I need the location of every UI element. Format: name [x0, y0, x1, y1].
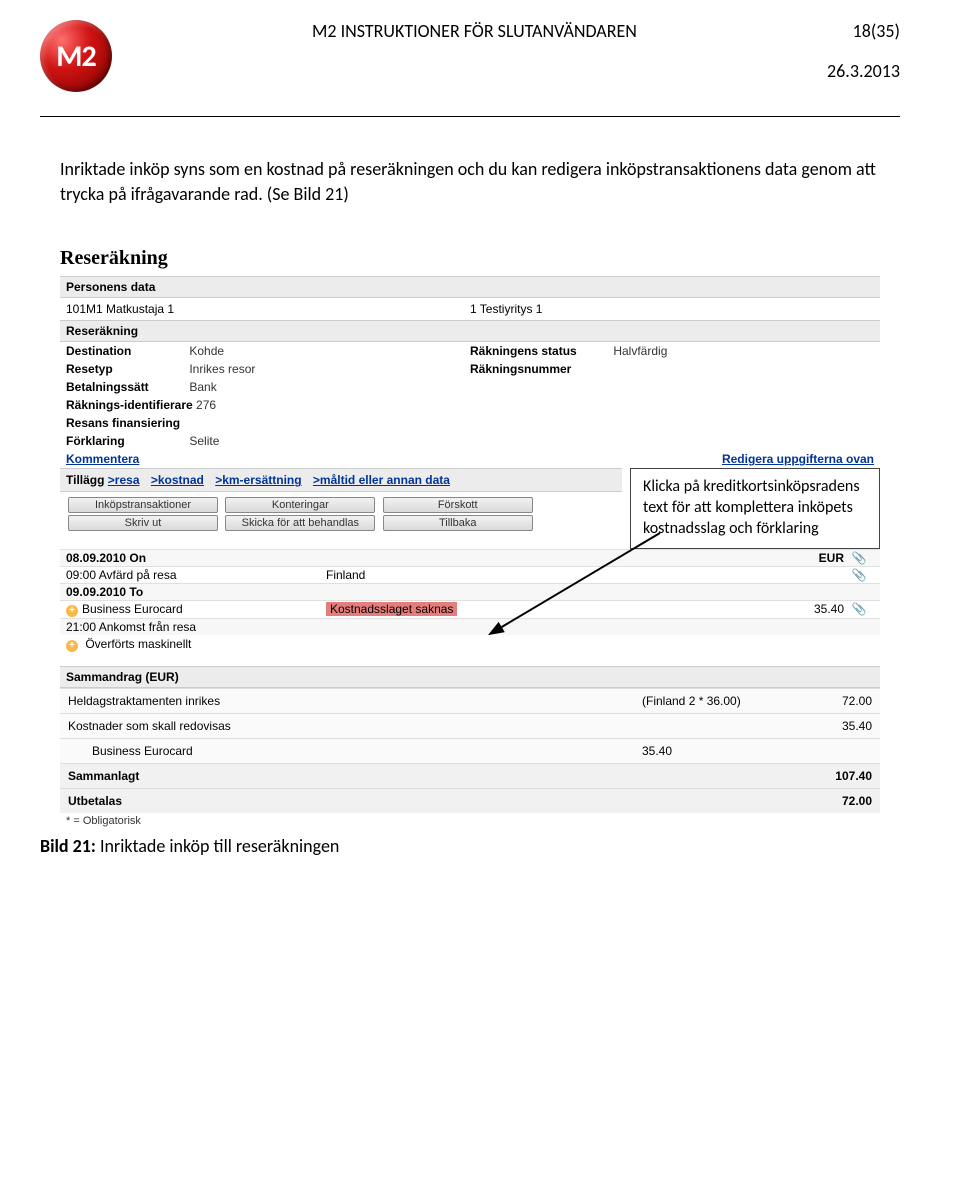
event-text: Business Eurocard	[82, 602, 183, 616]
summary-row: Business Eurocard35.40	[60, 738, 880, 763]
event-text: 08.09.2010 On	[66, 551, 146, 565]
lbl-pay: Betalningssätt	[66, 380, 186, 394]
event-amount: 35.40	[784, 602, 844, 616]
callout-box: Klicka på kreditkortsinköpsradens text f…	[630, 468, 880, 548]
intro-paragraph: Inriktade inköp syns som en kostnad på r…	[60, 157, 880, 207]
add-km[interactable]: >km-ersättning	[215, 473, 301, 487]
doc-date: 26.3.2013	[827, 60, 900, 82]
machine-note: Överförts maskinellt	[85, 637, 191, 651]
val-status: Halvfärdig	[613, 344, 667, 358]
summary-cell: Kostnader som skall redovisas	[68, 719, 642, 733]
btn-inkopstrans[interactable]: Inköpstransaktioner	[68, 497, 218, 513]
summary-cell: 35.40	[792, 719, 872, 733]
header-divider	[40, 116, 900, 117]
event-desc: Finland	[326, 568, 365, 582]
btn-skriv-ut[interactable]: Skriv ut	[68, 515, 218, 531]
edit-link[interactable]: Redigera uppgifterna ovan	[722, 452, 874, 466]
btn-skicka[interactable]: Skicka för att behandlas	[225, 515, 375, 531]
event-row: 09.09.2010 To	[60, 583, 880, 600]
lbl-id: Räknings-identifierare	[66, 398, 193, 412]
plus-icon: +	[66, 640, 78, 652]
summary-cell: 72.00	[792, 794, 872, 808]
app-screenshot: Reseräkning Personens data 101M1 Matkust…	[60, 247, 880, 828]
plus-icon: +	[66, 605, 78, 617]
lbl-status: Räkningens status	[470, 344, 610, 358]
val-destination: Kohde	[189, 344, 224, 358]
btn-forskott[interactable]: Förskott	[383, 497, 533, 513]
summary-header: Sammandrag (EUR)	[60, 666, 880, 688]
summary-cell: 35.40	[642, 744, 792, 758]
summary-table: Heldagstraktamenten inrikes(Finland 2 * …	[60, 688, 880, 813]
section-header-person: Personens data	[60, 276, 880, 298]
add-maltid[interactable]: >måltid eller annan data	[313, 473, 450, 487]
event-text: 09.09.2010 To	[66, 585, 143, 599]
summary-cell: Utbetalas	[68, 794, 642, 808]
summary-cell: 107.40	[792, 769, 872, 783]
summary-row: Heldagstraktamenten inrikes(Finland 2 * …	[60, 688, 880, 713]
summary-cell: 72.00	[792, 694, 872, 708]
summary-cell: Business Eurocard	[68, 744, 642, 758]
add-resa[interactable]: >resa	[108, 473, 140, 487]
val-pay: Bank	[189, 380, 216, 394]
btn-tillbaka[interactable]: Tillbaka	[383, 515, 533, 531]
app-title: Reseräkning	[60, 247, 880, 270]
paperclip-icon[interactable]: 📎	[852, 602, 867, 616]
summary-row: Kostnader som skall redovisas 35.40	[60, 713, 880, 738]
event-row: 09:00 Avfärd på resa Finland 📎	[60, 566, 880, 583]
event-desc[interactable]: Kostnadsslaget saknas	[326, 602, 457, 616]
doc-title: M2 INSTRUKTIONER FÖR SLUTANVÄNDAREN	[112, 20, 827, 42]
val-desc: Selite	[189, 434, 219, 448]
m2-logo-icon: M2	[40, 20, 112, 92]
btn-konteringar[interactable]: Konteringar	[225, 497, 375, 513]
lbl-desc: Förklaring	[66, 434, 186, 448]
event-text: 21:00 Ankomst från resa	[66, 620, 196, 634]
add-label: Tillägg	[66, 473, 104, 487]
summary-row: Utbetalas 72.00	[60, 788, 880, 813]
lbl-fin: Resans finansiering	[66, 416, 186, 430]
page-header: M2 M2 INSTRUKTIONER FÖR SLUTANVÄNDAREN 1…	[40, 20, 900, 92]
summary-cell: (Finland 2 * 36.00)	[642, 694, 792, 708]
summary-cell: Heldagstraktamenten inrikes	[68, 694, 642, 708]
lbl-type: Resetyp	[66, 362, 186, 376]
section-header-invoice: Reseräkning	[60, 320, 880, 342]
page-number: 18(35)	[827, 20, 900, 42]
paperclip-icon[interactable]: 📎	[852, 551, 867, 565]
val-type: Inrikes resor	[189, 362, 255, 376]
person-left: 101M1 Matkustaja 1	[66, 302, 470, 316]
event-amount: EUR	[784, 551, 844, 565]
event-text: 09:00 Avfärd på resa	[66, 568, 177, 582]
lbl-number: Räkningsnummer	[470, 362, 610, 376]
event-row[interactable]: + Business Eurocard Kostnadsslaget saknas 3…	[60, 600, 880, 618]
mandatory-note: * = Obligatorisk	[60, 813, 880, 829]
lbl-destination: Destination	[66, 344, 186, 358]
summary-row: Sammanlagt 107.40	[60, 763, 880, 788]
val-id: 276	[196, 398, 216, 412]
figure-caption: Bild 21: Inriktade inköp till reseräknin…	[40, 835, 900, 857]
event-row: 08.09.2010 On EUR 📎	[60, 549, 880, 566]
event-list: 08.09.2010 On EUR 📎 09:00 Avfärd på resa Fin…	[60, 549, 880, 635]
person-right: 1 Testiyritys 1	[470, 302, 874, 316]
paperclip-icon[interactable]: 📎	[852, 568, 867, 582]
event-row: 21:00 Ankomst från resa	[60, 618, 880, 635]
summary-cell: Sammanlagt	[68, 769, 642, 783]
add-kostnad[interactable]: >kostnad	[151, 473, 204, 487]
comment-link[interactable]: Kommentera	[66, 452, 139, 466]
